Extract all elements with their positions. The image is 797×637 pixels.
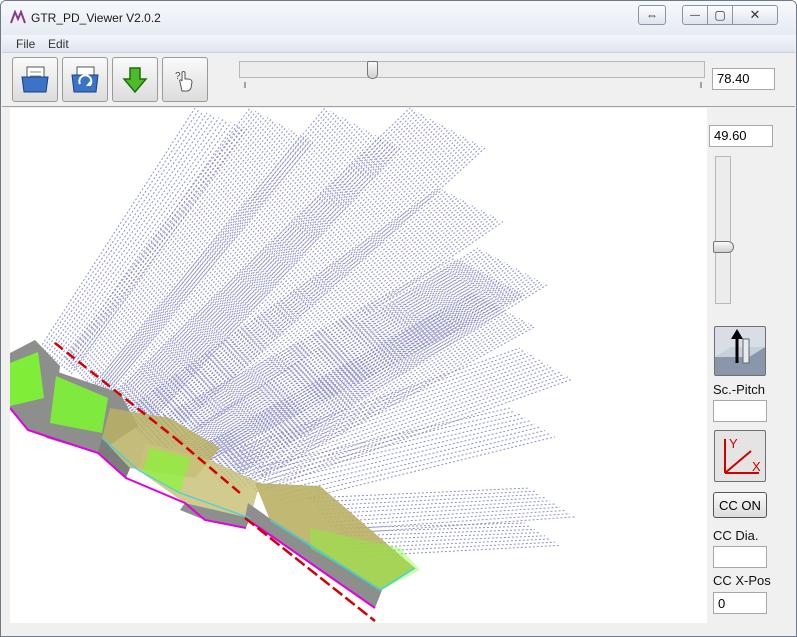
tool-arrow-icon — [715, 329, 765, 375]
close-icon: ✕ — [749, 7, 761, 22]
app-window: GTR_PD_Viewer V2.0.2 ⇔ — ▢ ✕ File Edit ?… — [0, 0, 797, 637]
toolpath-line — [41, 109, 200, 351]
toolbar: ? 78.40 — [2, 53, 795, 107]
minimize-icon: — — [690, 9, 700, 21]
toolpath-line — [94, 107, 326, 384]
slider-ticks — [244, 82, 702, 88]
horizontal-slider-thumb[interactable] — [367, 61, 379, 79]
window-title: GTR_PD_Viewer V2.0.2 — [31, 11, 161, 25]
reload-icon — [71, 66, 99, 92]
horizontal-slider[interactable] — [239, 61, 705, 78]
toolpath-line — [70, 128, 248, 375]
toolpath-line — [269, 423, 536, 489]
scale-pitch-input[interactable] — [713, 400, 767, 422]
toolpath-line — [129, 125, 444, 421]
vertical-slider[interactable] — [715, 156, 731, 304]
download-button[interactable] — [112, 57, 158, 102]
toolpath-line — [65, 125, 240, 371]
vertical-slider-thumb[interactable] — [713, 240, 734, 253]
toolpath-line — [257, 410, 516, 473]
toolpath-line — [188, 255, 494, 449]
toolpath-line — [226, 316, 518, 479]
resize-arrows-icon: ⇔ — [646, 8, 658, 22]
toolpath-line — [215, 306, 500, 467]
toolpath-line — [80, 122, 278, 377]
machined-surfaces — [10, 340, 420, 608]
status-strip — [2, 623, 795, 636]
open-file-button[interactable] — [12, 57, 58, 102]
open-file-icon — [21, 66, 49, 92]
y-axis-letter: Y — [729, 436, 738, 451]
toolpath-scene — [9, 107, 576, 622]
3d-viewport[interactable] — [9, 107, 707, 623]
toolpath-line — [89, 130, 293, 387]
toolpath-line — [327, 506, 561, 523]
minimize-button[interactable]: — — [682, 5, 708, 25]
toolpath-line — [53, 117, 220, 361]
menu-edit[interactable]: Edit — [48, 37, 69, 51]
download-arrow-icon — [122, 66, 148, 93]
scale-pitch-label: Sc.-Pitch — [713, 382, 766, 397]
toolpath-line — [251, 373, 565, 487]
cc-xpos-input[interactable] — [713, 592, 767, 614]
svg-text:?: ? — [175, 71, 181, 82]
close-button[interactable]: ✕ — [732, 5, 778, 25]
app-logo-icon — [10, 10, 26, 24]
toolpath-line — [101, 114, 338, 392]
menu-bar: File Edit — [2, 35, 795, 53]
toolpath-line — [64, 107, 251, 359]
maximize-button[interactable]: ▢ — [707, 5, 733, 25]
hand-pointer-icon: ? — [175, 71, 193, 91]
xy-axis-icon: Y X — [724, 436, 761, 474]
angle-value-field[interactable]: 49.60 — [709, 125, 773, 147]
cc-dia-input[interactable] — [713, 546, 767, 568]
toolpath-line — [208, 300, 488, 459]
cc-xpos-label: CC X-Pos — [713, 573, 771, 588]
pointer-help-button[interactable]: ? — [162, 57, 208, 102]
tool-view-button[interactable] — [714, 326, 766, 376]
pitch-value-field[interactable]: 78.40 — [712, 68, 775, 90]
toolpath-line — [321, 500, 551, 515]
toolpath-line — [49, 114, 212, 357]
toolpath-line — [100, 112, 335, 390]
toolpath-line — [330, 509, 566, 527]
title-bar: GTR_PD_Viewer V2.0.2 ⇔ — ▢ ✕ — [1, 1, 796, 35]
toolpath-line — [68, 126, 244, 373]
cc-dia-label: CC Dia. — [713, 528, 759, 543]
toolpath-line — [56, 118, 224, 363]
toolpath-line — [181, 249, 482, 441]
menu-file[interactable]: File — [16, 37, 35, 51]
cc-on-button[interactable]: CC ON — [713, 492, 767, 518]
right-sidebar: 49.60 Sc.-Pitch Y X CC ON CC Dia. CC X-P… — [707, 108, 796, 623]
toolpath-line — [118, 128, 365, 410]
x-axis-letter: X — [752, 459, 761, 474]
reload-button[interactable] — [62, 57, 108, 102]
restore-toggle-button[interactable]: ⇔ — [638, 5, 666, 25]
toolpath-line — [116, 126, 362, 408]
maximize-icon: ▢ — [714, 8, 726, 22]
toolpath-line — [324, 503, 556, 519]
toolpath-line — [167, 221, 504, 451]
axis-view-button[interactable]: Y X — [714, 430, 766, 482]
